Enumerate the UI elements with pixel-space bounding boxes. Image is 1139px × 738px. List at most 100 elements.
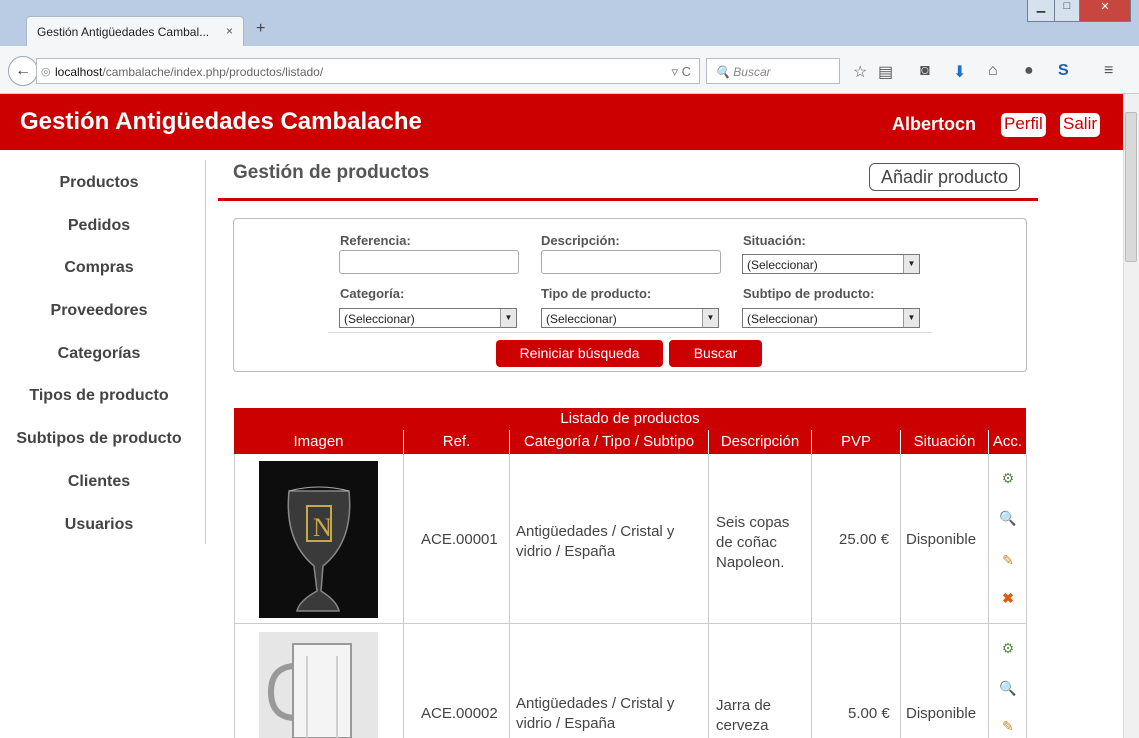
app-title: Gestión Antigüedades Cambalache bbox=[20, 108, 422, 135]
tipo-label: Tipo de producto: bbox=[541, 286, 652, 301]
subtipo-value: (Seleccionar) bbox=[747, 312, 818, 326]
profile-button[interactable]: Perfil bbox=[1001, 113, 1046, 137]
chevron-down-icon: ▼ bbox=[702, 309, 718, 327]
subtipo-label: Subtipo de producto: bbox=[743, 286, 875, 301]
add-product-button[interactable]: Añadir producto bbox=[869, 163, 1020, 191]
edit-icon[interactable]: ✎ bbox=[997, 552, 1019, 569]
browser-search-input[interactable]: 🔍 Buscar bbox=[706, 58, 840, 84]
delete-icon[interactable]: ✖ bbox=[997, 590, 1019, 607]
categoria-select[interactable]: (Seleccionar) ▼ bbox=[339, 308, 517, 328]
chevron-down-icon: ▼ bbox=[500, 309, 516, 327]
view-icon[interactable]: 🔍 bbox=[997, 510, 1019, 527]
url-bar[interactable]: ◎ localhost/cambalache/index.php/product… bbox=[36, 58, 700, 84]
situacion-value: (Seleccionar) bbox=[747, 258, 818, 272]
scrollbar-thumb[interactable] bbox=[1125, 112, 1137, 262]
row1-desc-line2: de coñac bbox=[716, 534, 777, 551]
new-tab-button[interactable]: + bbox=[256, 20, 265, 38]
row1-desc-line3: Napoleon. bbox=[716, 554, 785, 571]
sidebar-item-usuarios[interactable]: Usuarios bbox=[0, 516, 198, 534]
browser-tab-bar: Gestión Antigüedades Cambal... × + ▁ □ ✕ bbox=[0, 0, 1139, 46]
tipo-select[interactable]: (Seleccionar) ▼ bbox=[541, 308, 719, 328]
close-window-icon[interactable]: ✕ bbox=[1079, 0, 1131, 22]
download-icon[interactable]: ⬇ bbox=[953, 62, 966, 82]
add-photo-icon[interactable]: ⚙ bbox=[997, 640, 1019, 657]
referencia-input[interactable] bbox=[339, 250, 519, 274]
sidebar-item-productos[interactable]: Productos bbox=[0, 174, 198, 192]
sidebar-item-pedidos[interactable]: Pedidos bbox=[0, 217, 198, 235]
browser-nav-bar: ← ◎ localhost/cambalache/index.php/produ… bbox=[0, 46, 1139, 94]
reset-search-button[interactable]: Reiniciar búsqueda bbox=[496, 340, 663, 367]
row2-desc-line2: cerveza bbox=[716, 717, 769, 734]
glass-monogram: N bbox=[313, 513, 332, 542]
situacion-select[interactable]: (Seleccionar) ▼ bbox=[742, 254, 920, 274]
col-descripcion: Descripción bbox=[708, 430, 811, 454]
situacion-label: Situación: bbox=[743, 233, 806, 248]
table-caption: Listado de productos bbox=[234, 408, 1026, 430]
product-image[interactable] bbox=[259, 632, 378, 738]
page-title: Gestión de productos bbox=[233, 162, 430, 183]
logout-button[interactable]: Salir bbox=[1060, 113, 1101, 137]
close-tab-icon[interactable]: × bbox=[226, 24, 233, 38]
menu-icon[interactable]: ≡ bbox=[1104, 62, 1113, 80]
referencia-label: Referencia: bbox=[340, 233, 411, 248]
subtipo-select[interactable]: (Seleccionar) ▼ bbox=[742, 308, 920, 328]
row1-ref: ACE.00001 bbox=[421, 531, 498, 548]
title-divider bbox=[218, 198, 1038, 201]
row1-pvp: 25.00 € bbox=[839, 531, 890, 548]
categoria-label: Categoría: bbox=[340, 286, 405, 301]
edit-icon[interactable]: ✎ bbox=[997, 718, 1019, 735]
tipo-value: (Seleccionar) bbox=[546, 312, 617, 326]
col-categoria: Categoría / Tipo / Subtipo bbox=[509, 430, 708, 454]
chevron-down-icon: ▼ bbox=[903, 255, 919, 273]
table-border bbox=[1026, 454, 1027, 738]
sidebar-item-subtipos[interactable]: Subtipos de producto bbox=[0, 430, 198, 448]
globe-icon: ◎ bbox=[41, 66, 51, 78]
s-extension-icon[interactable]: S bbox=[1058, 62, 1069, 80]
sidebar-item-tipos[interactable]: Tipos de producto bbox=[0, 387, 198, 405]
maximize-icon[interactable]: □ bbox=[1054, 0, 1080, 22]
reload-icon[interactable]: ▿ C bbox=[671, 64, 691, 80]
col-situacion: Situación bbox=[900, 430, 988, 454]
row2-situacion: Disponible bbox=[906, 705, 977, 722]
categoria-value: (Seleccionar) bbox=[344, 312, 415, 326]
username: Albertocn bbox=[892, 114, 977, 134]
col-imagen: Imagen bbox=[234, 430, 403, 454]
row2-ref: ACE.00002 bbox=[421, 705, 498, 722]
row1-cat-line2: vidrio / España bbox=[516, 543, 616, 560]
browser-tab[interactable]: Gestión Antigüedades Cambal... × bbox=[26, 16, 244, 46]
col-ref: Ref. bbox=[403, 430, 509, 454]
brandy-glass-image: N bbox=[287, 486, 351, 612]
row1-desc-line1: Seis copas bbox=[716, 514, 790, 531]
back-icon[interactable]: ← bbox=[8, 56, 38, 86]
product-image[interactable]: N bbox=[259, 461, 378, 618]
app-header: Gestión Antigüedades Cambalache Albertoc… bbox=[0, 94, 1123, 150]
row2-pvp: 5.00 € bbox=[848, 705, 890, 722]
sidebar-item-clientes[interactable]: Clientes bbox=[0, 473, 198, 491]
sidebar-item-compras[interactable]: Compras bbox=[0, 259, 198, 277]
search-placeholder: Buscar bbox=[733, 65, 771, 79]
row1-cat-line1: Antigüedades / Cristal y bbox=[516, 523, 675, 540]
beer-mug-image bbox=[267, 643, 352, 738]
url-host: localhost bbox=[55, 65, 103, 79]
sidebar-item-categorias[interactable]: Categorías bbox=[0, 345, 198, 363]
reading-list-icon[interactable]: ▤ bbox=[878, 62, 893, 82]
col-pvp: PVP bbox=[811, 430, 900, 454]
row1-situacion: Disponible bbox=[906, 531, 977, 548]
row2-cat-line1: Antigüedades / Cristal y bbox=[516, 695, 675, 712]
row2-cat-line2: vidrio / España bbox=[516, 715, 616, 732]
bookmark-star-icon[interactable]: ☆ bbox=[853, 62, 867, 82]
col-acciones: Acc. bbox=[988, 430, 1026, 454]
descripcion-input[interactable] bbox=[541, 250, 721, 274]
home-icon[interactable]: ⌂ bbox=[988, 62, 998, 80]
add-photo-icon[interactable]: ⚙ bbox=[997, 470, 1019, 487]
minimize-icon[interactable]: ▁ bbox=[1027, 0, 1055, 22]
tab-title: Gestión Antigüedades Cambal... bbox=[37, 25, 210, 39]
pocket-icon[interactable]: ◙ bbox=[920, 62, 930, 80]
search-button[interactable]: Buscar bbox=[669, 340, 762, 367]
descripcion-label: Descripción: bbox=[541, 233, 620, 248]
view-icon[interactable]: 🔍 bbox=[997, 680, 1019, 697]
sidebar-item-proveedores[interactable]: Proveedores bbox=[0, 302, 198, 320]
chat-icon[interactable]: ● bbox=[1024, 62, 1034, 80]
url-path: /cambalache/index.php/productos/listado/ bbox=[102, 65, 324, 79]
chevron-down-icon: ▼ bbox=[903, 309, 919, 327]
